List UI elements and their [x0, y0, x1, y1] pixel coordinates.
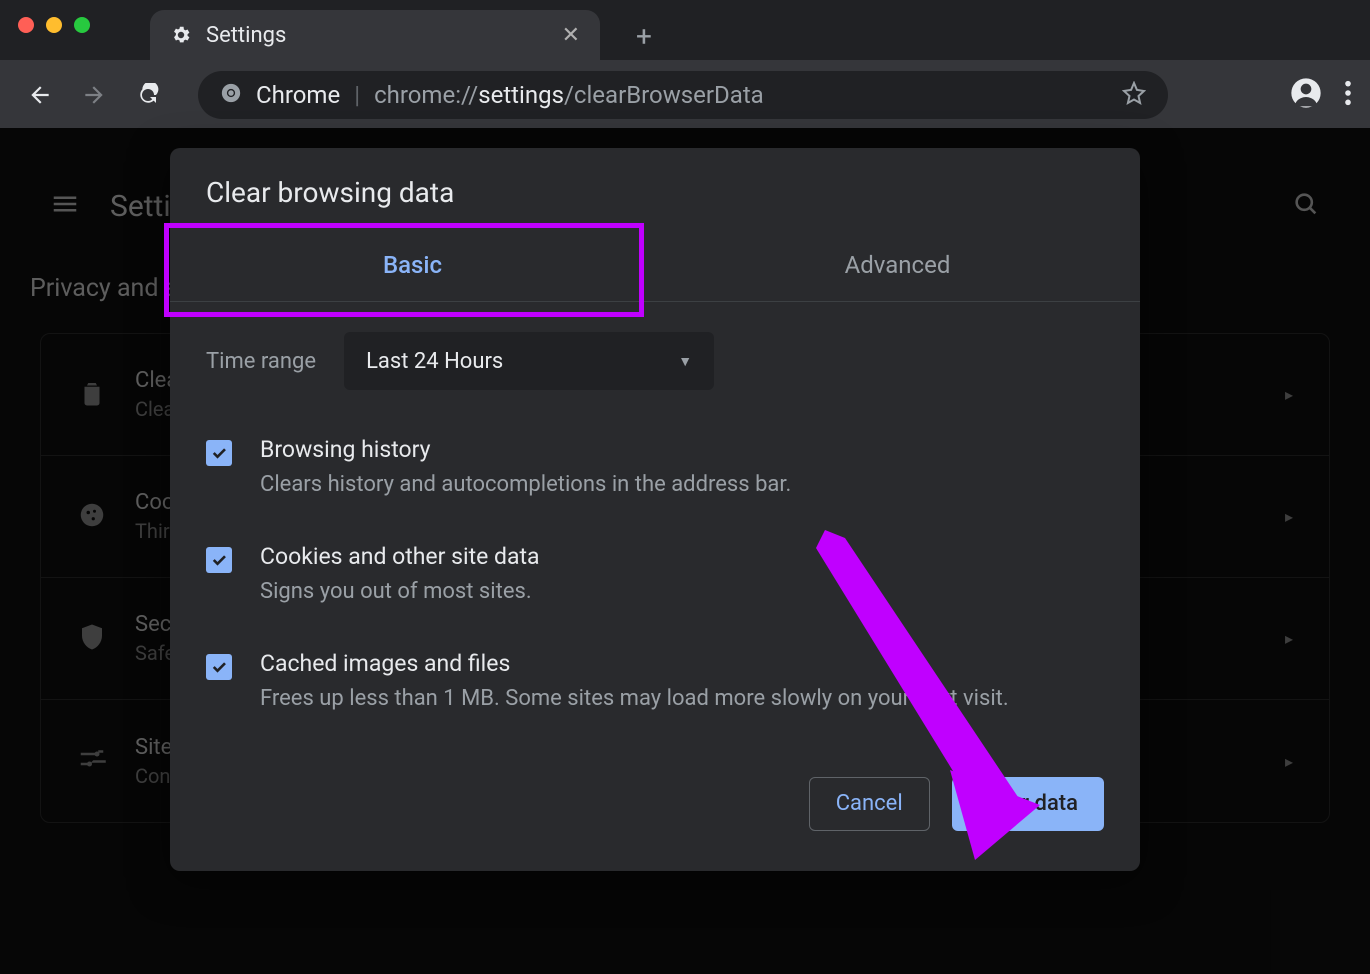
checkbox-list: Browsing history Clears history and auto…: [170, 404, 1140, 747]
gear-icon: [170, 24, 192, 46]
window-controls: [18, 17, 90, 33]
checkbox-title: Browsing history: [260, 436, 791, 463]
chrome-icon: [220, 82, 242, 108]
close-window-icon[interactable]: [18, 17, 34, 33]
dropdown-triangle-icon: ▼: [678, 353, 692, 370]
back-button[interactable]: [18, 73, 62, 117]
shield-icon: [77, 622, 107, 656]
url-part-2: settings: [478, 81, 564, 109]
tune-icon: [77, 744, 107, 778]
checkbox-checked-icon[interactable]: [206, 654, 232, 680]
search-icon[interactable]: [1292, 190, 1320, 222]
checkbox-row-history[interactable]: Browsing history Clears history and auto…: [206, 422, 1104, 529]
toolbar: Chrome | chrome:// settings /clearBrowse…: [0, 60, 1370, 130]
browser-tab-settings[interactable]: Settings ✕: [150, 10, 600, 60]
menu-kebab-icon[interactable]: [1344, 79, 1352, 111]
chevron-right-icon: ▸: [1285, 629, 1293, 648]
tab-basic[interactable]: Basic: [170, 229, 655, 301]
clear-data-button[interactable]: Clear data: [952, 777, 1104, 831]
forward-button[interactable]: [72, 73, 116, 117]
hamburger-icon[interactable]: [50, 189, 80, 223]
tab-strip: Settings ✕ +: [0, 2, 1370, 60]
profile-icon[interactable]: [1290, 77, 1322, 113]
dialog-buttons: Cancel Clear data: [170, 747, 1140, 831]
address-bar[interactable]: Chrome | chrome:// settings /clearBrowse…: [198, 71, 1168, 119]
cancel-button[interactable]: Cancel: [809, 777, 930, 831]
reload-button[interactable]: [126, 73, 170, 117]
url-scheme: Chrome: [256, 81, 340, 109]
time-range-value: Last 24 Hours: [366, 349, 503, 374]
checkbox-row-cookies[interactable]: Cookies and other site data Signs you ou…: [206, 529, 1104, 636]
close-tab-icon[interactable]: ✕: [562, 23, 580, 48]
bookmark-star-icon[interactable]: [1122, 81, 1146, 109]
cookie-icon: [77, 500, 107, 534]
time-range-select[interactable]: Last 24 Hours ▼: [344, 332, 714, 390]
checkbox-title: Cookies and other site data: [260, 543, 540, 570]
checkbox-row-cache[interactable]: Cached images and files Frees up less th…: [206, 636, 1104, 743]
dialog-tabs: Basic Advanced: [170, 229, 1140, 302]
trash-icon: [77, 378, 107, 412]
new-tab-button[interactable]: +: [624, 16, 664, 56]
checkbox-desc: Signs you out of most sites.: [260, 576, 540, 608]
url-part-3: /clearBrowserData: [564, 81, 764, 109]
url-separator: |: [354, 81, 360, 109]
checkbox-checked-icon[interactable]: [206, 547, 232, 573]
dialog-title: Clear browsing data: [170, 148, 1140, 229]
url-part-1: chrome://: [374, 81, 478, 109]
time-range-row: Time range Last 24 Hours ▼: [170, 302, 1140, 404]
tab-label: Settings: [206, 23, 562, 48]
minimize-window-icon[interactable]: [46, 17, 62, 33]
chevron-right-icon: ▸: [1285, 385, 1293, 404]
maximize-window-icon[interactable]: [74, 17, 90, 33]
checkbox-desc: Clears history and autocompletions in th…: [260, 469, 791, 501]
chevron-right-icon: ▸: [1285, 507, 1293, 526]
checkbox-checked-icon[interactable]: [206, 440, 232, 466]
checkbox-title: Cached images and files: [260, 650, 1009, 677]
tab-advanced[interactable]: Advanced: [655, 229, 1140, 301]
chevron-right-icon: ▸: [1285, 752, 1293, 771]
checkbox-desc: Frees up less than 1 MB. Some sites may …: [260, 683, 1009, 715]
time-range-label: Time range: [206, 349, 316, 374]
clear-browsing-data-dialog: Clear browsing data Basic Advanced Time …: [170, 148, 1140, 871]
